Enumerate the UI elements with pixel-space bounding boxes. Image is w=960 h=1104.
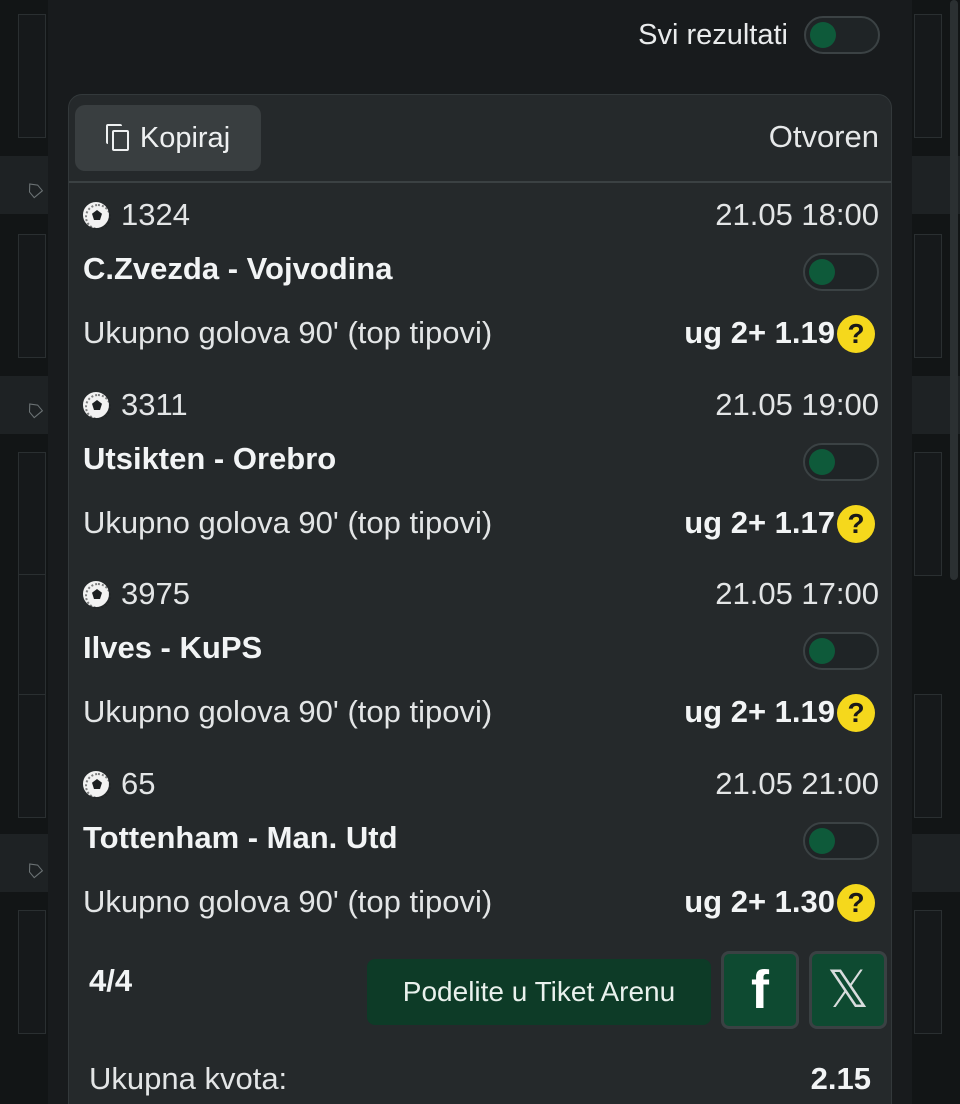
total-odds-value: 2.15 bbox=[810, 1061, 871, 1096]
x-icon[interactable]: 𝕏 bbox=[809, 951, 887, 1029]
ticket-card: Kopiraj Otvoren 1324 21.05 18:00 C.Zvezd… bbox=[68, 94, 892, 1104]
copy-button-label: Kopiraj bbox=[139, 121, 231, 154]
match-pick: ug 2+ 1.19 bbox=[684, 694, 835, 729]
match-teams: C.Zvezda - Vojvodina bbox=[83, 251, 393, 286]
match-datetime: 21.05 18:00 bbox=[715, 197, 879, 232]
soccer-ball-icon bbox=[83, 771, 111, 799]
question-icon[interactable]: ? bbox=[837, 315, 875, 353]
all-results-label: Svi rezultati bbox=[638, 18, 788, 51]
background-card bbox=[914, 14, 942, 138]
total-odds-label: Ukupna kvota: bbox=[89, 1061, 288, 1096]
toggle-knob bbox=[809, 638, 835, 664]
background-card bbox=[18, 234, 46, 358]
background-card bbox=[18, 14, 46, 138]
background-card bbox=[18, 910, 46, 1034]
background-card bbox=[914, 452, 942, 576]
match-pick: ug 2+ 1.17 bbox=[684, 505, 835, 540]
background-card bbox=[914, 234, 942, 358]
match-teams: Tottenham - Man. Utd bbox=[83, 820, 398, 855]
match-pick: ug 2+ 1.30 bbox=[684, 884, 835, 919]
match-code: 3311 bbox=[121, 387, 188, 422]
soccer-ball-icon bbox=[83, 581, 111, 609]
copy-icon bbox=[105, 124, 130, 152]
toggle-knob bbox=[810, 22, 836, 48]
match-pick: ug 2+ 1.19 bbox=[684, 315, 835, 350]
question-icon[interactable]: ? bbox=[837, 884, 875, 922]
background-card bbox=[18, 452, 46, 576]
background-card bbox=[914, 910, 942, 1034]
match-market: Ukupno golova 90' (top tipovi) bbox=[83, 315, 493, 350]
match-market: Ukupno golova 90' (top tipovi) bbox=[83, 505, 493, 540]
toggle-knob bbox=[809, 828, 835, 854]
match-toggle[interactable] bbox=[803, 443, 879, 481]
ticket-status: Otvoren bbox=[768, 119, 879, 154]
match-toggle[interactable] bbox=[803, 822, 879, 860]
copy-button[interactable]: Kopiraj bbox=[75, 105, 261, 171]
ticket-header: Kopiraj Otvoren bbox=[69, 95, 891, 183]
match-market: Ukupno golova 90' (top tipovi) bbox=[83, 884, 493, 919]
background-card bbox=[18, 694, 46, 818]
share-ticket-arena-button[interactable]: Podelite u Tiket Arenu bbox=[367, 959, 711, 1025]
question-icon[interactable]: ? bbox=[837, 694, 875, 732]
match-datetime: 21.05 21:00 bbox=[715, 766, 879, 801]
selection-count: 4/4 bbox=[89, 963, 133, 998]
match-market: Ukupno golova 90' (top tipovi) bbox=[83, 694, 493, 729]
facebook-icon[interactable]: f bbox=[721, 951, 799, 1029]
match-code: 65 bbox=[121, 766, 156, 801]
ticket-modal: Svi rezultati Kopiraj Otvoren 1324 21.05… bbox=[48, 0, 912, 1104]
background-card bbox=[18, 574, 46, 698]
match-datetime: 21.05 19:00 bbox=[715, 387, 879, 422]
toggle-knob bbox=[809, 259, 835, 285]
background-card bbox=[914, 694, 942, 818]
match-toggle[interactable] bbox=[803, 632, 879, 670]
match-toggle[interactable] bbox=[803, 253, 879, 291]
all-results-toggle[interactable] bbox=[804, 16, 880, 54]
question-icon[interactable]: ? bbox=[837, 505, 875, 543]
match-teams: Utsikten - Orebro bbox=[83, 441, 337, 476]
scrollbar[interactable] bbox=[950, 0, 958, 580]
all-results-toggle-row: Svi rezultati bbox=[638, 16, 880, 54]
match-teams: Ilves - KuPS bbox=[83, 630, 263, 665]
match-code: 3975 bbox=[121, 576, 190, 611]
match-datetime: 21.05 17:00 bbox=[715, 576, 879, 611]
soccer-ball-icon bbox=[83, 392, 111, 420]
match-code: 1324 bbox=[121, 197, 190, 232]
toggle-knob bbox=[809, 449, 835, 475]
soccer-ball-icon bbox=[83, 202, 111, 230]
